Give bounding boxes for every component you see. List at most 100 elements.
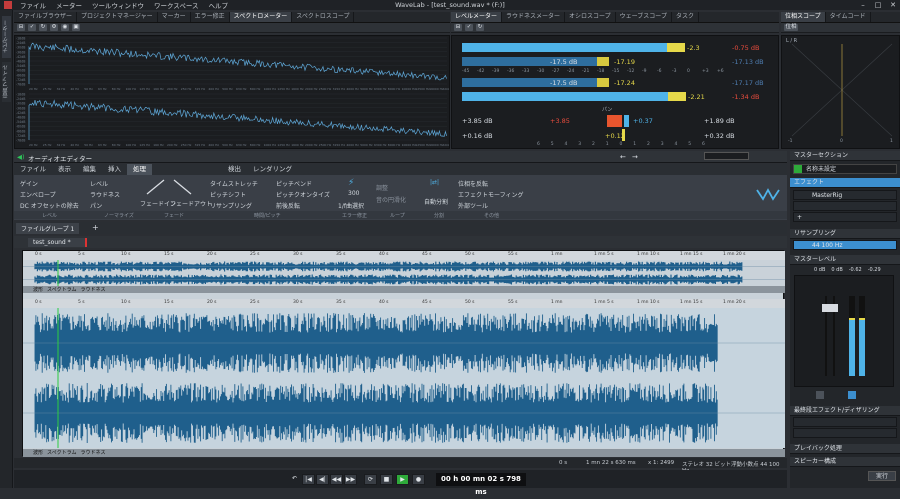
ribbon-invert-phase[interactable]: 位相を反転 bbox=[458, 179, 488, 188]
ribbon-tab-render[interactable]: レンダリング bbox=[247, 164, 298, 175]
tab-timecode[interactable]: タイムコード bbox=[826, 12, 871, 22]
tab-loudness-meter[interactable]: ラウドネスメーター bbox=[502, 12, 566, 22]
tab-spectrometer[interactable]: スペクトロメーター bbox=[229, 12, 293, 22]
tab-spectroscope[interactable]: スペクトロスコープ bbox=[292, 12, 355, 22]
go-end-button[interactable]: ◀| bbox=[316, 474, 329, 485]
ribbon-external-tools[interactable]: 外部ツール bbox=[458, 201, 488, 210]
ribbon-resample[interactable]: リサンプリング bbox=[210, 201, 252, 210]
main-tab-spectrum[interactable]: スペクトラム bbox=[47, 449, 77, 457]
phase-button[interactable]: 位相 bbox=[784, 24, 798, 31]
camera-icon[interactable]: ◉ bbox=[61, 24, 69, 31]
add-effect-slot[interactable]: + bbox=[793, 212, 897, 222]
ribbon-tonegen-label[interactable]: 1/f曲選択 bbox=[338, 201, 364, 210]
settings-icon[interactable]: ⚙ bbox=[50, 24, 58, 31]
fader-handle-r[interactable] bbox=[830, 304, 838, 312]
ribbon-fade-out[interactable]: フェードアウト bbox=[170, 199, 212, 208]
forward-arrow-icon[interactable]: → bbox=[632, 153, 638, 161]
ribbon-tab-insert[interactable]: 挿入 bbox=[102, 164, 127, 175]
loop-button[interactable]: ⟳ bbox=[364, 474, 377, 485]
ribbon-loudness[interactable]: ラウドネス bbox=[90, 190, 120, 199]
ribbon-envelope[interactable]: エンベロープ bbox=[20, 190, 56, 199]
check-icon[interactable]: ✓ bbox=[465, 24, 473, 31]
file-tab[interactable]: test_sound * bbox=[28, 238, 87, 247]
run-button[interactable]: 実行 bbox=[868, 471, 896, 481]
final-slot-1[interactable] bbox=[793, 417, 897, 427]
ribbon-tab-detect[interactable]: 検出 bbox=[222, 164, 247, 175]
ribbon-dc-offset[interactable]: DC オフセットの除去 bbox=[20, 201, 79, 210]
pin-icon[interactable]: ⊟ bbox=[17, 24, 25, 31]
close-icon[interactable]: ✕ bbox=[886, 0, 900, 10]
menu-meter[interactable]: メーター bbox=[51, 0, 87, 10]
record-button[interactable]: ● bbox=[412, 474, 425, 485]
ribbon-reverse[interactable]: 前後反転 bbox=[276, 201, 300, 210]
ribbon-level[interactable]: レベル bbox=[90, 179, 108, 188]
play-button[interactable]: ▶ bbox=[396, 474, 409, 485]
tab-error-fix[interactable]: エラー修正 bbox=[191, 12, 230, 22]
check-icon[interactable]: ✓ bbox=[28, 24, 36, 31]
dock-tab-navigator[interactable]: ナビゲーター bbox=[2, 16, 11, 58]
ribbon-tab-process[interactable]: 処理 bbox=[127, 164, 152, 175]
spectro-freq-label: 100 Hz bbox=[126, 87, 137, 91]
ribbon-smooth[interactable]: 音の円滑化 bbox=[376, 195, 406, 204]
ribbon-gain[interactable]: ゲイン bbox=[20, 179, 38, 188]
refresh-icon[interactable]: ↻ bbox=[476, 24, 484, 31]
tab-level-meter[interactable]: レベルメーター bbox=[451, 12, 503, 22]
ribbon-pitch-shift[interactable]: ピッチシフト bbox=[210, 190, 246, 199]
effect-plugin-slot[interactable]: MasterRig bbox=[793, 190, 897, 200]
undo-transport-icon[interactable]: ↶ bbox=[288, 474, 301, 485]
main-tab-wave[interactable]: 波形 bbox=[33, 449, 43, 457]
menu-help[interactable]: ヘルプ bbox=[204, 0, 234, 10]
maximize-icon[interactable]: □ bbox=[871, 0, 885, 10]
tab-wavescope[interactable]: ウェーブスコープ bbox=[616, 12, 672, 22]
ribbon-effect-morph[interactable]: エフェクトモーフィング bbox=[458, 190, 524, 199]
menu-workspace[interactable]: ワークスペース bbox=[149, 0, 204, 10]
tab-marker[interactable]: マーカー bbox=[158, 12, 191, 22]
overview-tab-loudness[interactable]: ラウドネス bbox=[81, 286, 106, 293]
tab-project-manager[interactable]: プロジェクトマネージャー bbox=[77, 12, 158, 22]
ribbon-pitch-quantize[interactable]: ピッチクオンタイズ bbox=[276, 190, 330, 199]
ribbon-tab-edit[interactable]: 編集 bbox=[77, 164, 102, 175]
rewind-button[interactable]: ◀◀ bbox=[330, 474, 343, 485]
meter-l-rms-inner: -17.5 dB bbox=[550, 58, 578, 66]
resample-value[interactable]: 44 100 Hz bbox=[793, 240, 897, 250]
ribbon-auto-split[interactable]: 自動分割 bbox=[424, 197, 448, 206]
menu-toolwindow[interactable]: ツールウィンドウ bbox=[87, 0, 149, 10]
tab-task[interactable]: タスク bbox=[672, 12, 699, 22]
file-group-tab[interactable]: ファイルグループ 1 bbox=[16, 223, 80, 234]
ruler-tick-label: 5 s bbox=[78, 252, 85, 257]
menu-file[interactable]: ファイル bbox=[15, 0, 51, 10]
final-slot-2[interactable] bbox=[793, 428, 897, 438]
ribbon-pitch-bend[interactable]: ピッチベンド bbox=[276, 179, 312, 188]
ribbon-time-stretch[interactable]: タイムストレッチ bbox=[210, 179, 258, 188]
pin-icon[interactable]: ⊟ bbox=[454, 24, 462, 31]
editor-preset-select[interactable] bbox=[704, 152, 749, 160]
ribbon-tab-view[interactable]: 表示 bbox=[52, 164, 77, 175]
main-tab-loudness[interactable]: ラウドネス bbox=[81, 449, 106, 457]
link-icon[interactable] bbox=[848, 391, 856, 399]
back-arrow-icon[interactable]: ← bbox=[620, 153, 626, 161]
minimize-icon[interactable]: – bbox=[856, 0, 870, 10]
stop-button[interactable]: ■ bbox=[380, 474, 393, 485]
ribbon-pan[interactable]: パン bbox=[90, 201, 102, 210]
tab-oscilloscope[interactable]: オシロスコープ bbox=[565, 12, 616, 22]
fast-forward-button[interactable]: ▶▶ bbox=[344, 474, 357, 485]
go-start-button[interactable]: |◀ bbox=[302, 474, 315, 485]
overview-tab-spectrum[interactable]: スペクトラム bbox=[47, 286, 77, 293]
power-icon[interactable] bbox=[794, 165, 802, 173]
tab-phase-scope[interactable]: 位相スコープ bbox=[781, 12, 826, 22]
add-group-icon[interactable]: + bbox=[92, 223, 99, 232]
tab-file-browser[interactable]: ファイルブラウザー bbox=[14, 12, 78, 22]
spectro-freq-label: 4000 Hz bbox=[346, 87, 359, 91]
dock-tab-audio[interactable]: 音声ファイル bbox=[2, 62, 11, 102]
save-icon[interactable]: ▣ bbox=[72, 24, 80, 31]
master-preset[interactable]: 名称未設定 bbox=[793, 164, 897, 174]
ribbon-tab-file[interactable]: ファイル bbox=[14, 164, 52, 175]
effect-empty-slot-1[interactable] bbox=[793, 201, 897, 211]
fader-handle-l[interactable] bbox=[822, 304, 830, 312]
refresh-icon[interactable]: ↻ bbox=[39, 24, 47, 31]
ribbon-tonegen-value[interactable]: 300 bbox=[348, 190, 359, 197]
ribbon-adjust[interactable]: 調整 bbox=[376, 183, 388, 192]
phase-graph bbox=[791, 43, 893, 137]
overview-tab-wave[interactable]: 波形 bbox=[33, 286, 43, 293]
mono-icon[interactable] bbox=[816, 391, 824, 399]
